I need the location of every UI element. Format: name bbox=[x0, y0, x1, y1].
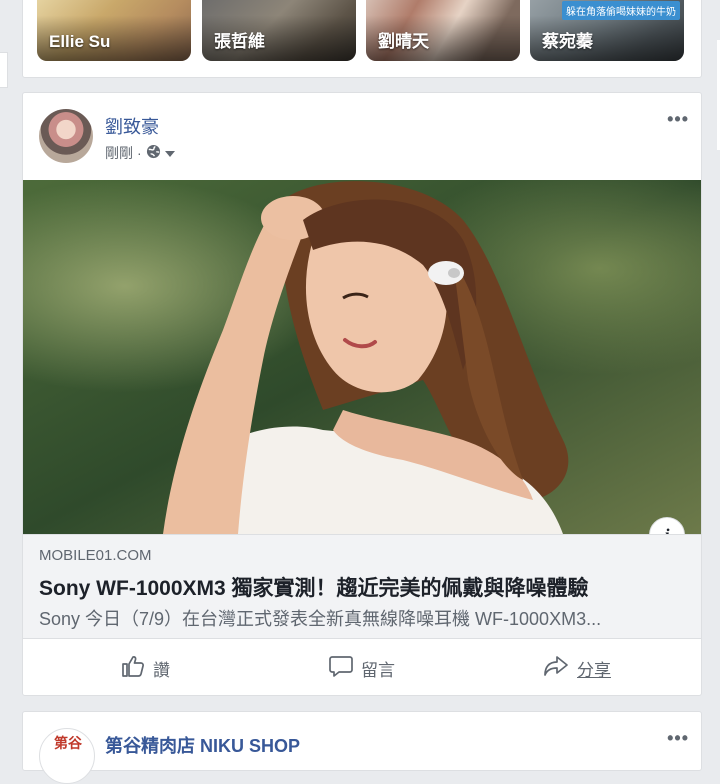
left-panel-edge bbox=[0, 52, 8, 88]
post-meta: 剛剛 · bbox=[105, 143, 175, 163]
post-photo[interactable]: i bbox=[23, 180, 701, 534]
meta-separator: · bbox=[137, 145, 142, 161]
share-icon bbox=[543, 655, 569, 682]
stories-card: Ellie Su 張哲維 劉晴天 躲在角落偷喝妹妹的牛奶 蔡宛蓁 bbox=[22, 0, 702, 78]
comment-label: 留言 bbox=[361, 661, 395, 680]
globe-icon[interactable] bbox=[146, 144, 161, 162]
like-button[interactable]: 讚 bbox=[121, 655, 170, 682]
feed-post: 劉致豪 剛剛 · ••• MOBILE01.COM Sony WF-1000XM… bbox=[22, 92, 702, 696]
story-caption: 躲在角落偷喝妹妹的牛奶 bbox=[562, 1, 680, 20]
author-name[interactable]: 劉致豪 bbox=[105, 113, 159, 139]
story-name: 劉晴天 bbox=[378, 32, 429, 51]
story-2[interactable]: 張哲維 bbox=[202, 0, 356, 61]
story-4[interactable]: 躲在角落偷喝妹妹的牛奶 蔡宛蓁 bbox=[530, 0, 684, 61]
share-button[interactable]: 分享 bbox=[543, 655, 611, 682]
next-author-name[interactable]: 第谷精肉店 NIKU SHOP bbox=[105, 732, 300, 758]
comment-icon bbox=[329, 655, 353, 682]
post-action-bar: 讚 留言 分享 bbox=[23, 638, 701, 696]
story-ellie-su[interactable]: Ellie Su bbox=[37, 0, 191, 61]
post-timestamp[interactable]: 剛剛 bbox=[105, 143, 133, 163]
link-domain: MOBILE01.COM bbox=[39, 547, 152, 564]
thumbs-up-icon bbox=[121, 655, 145, 682]
like-label: 讚 bbox=[153, 661, 170, 680]
link-preview[interactable]: MOBILE01.COM Sony WF-1000XM3 獨家實測！趨近完美的佩… bbox=[23, 534, 701, 639]
audience-caret-icon[interactable] bbox=[164, 145, 175, 161]
story-name: 蔡宛蓁 bbox=[542, 32, 593, 51]
avatar-logo-text: 第谷 bbox=[54, 735, 82, 751]
next-author-avatar[interactable]: 第谷 bbox=[39, 728, 95, 784]
story-name: Ellie Su bbox=[49, 32, 111, 51]
story-name: 張哲維 bbox=[214, 32, 265, 51]
story-3[interactable]: 劉晴天 bbox=[366, 0, 520, 61]
next-feed-post: 第谷 第谷精肉店 NIKU SHOP ••• bbox=[22, 711, 702, 784]
link-description: Sony 今日（7/9）在台灣正式發表全新真無線降噪耳機 WF-1000XM3.… bbox=[39, 609, 602, 629]
comment-button[interactable]: 留言 bbox=[329, 655, 395, 682]
more-options-icon[interactable]: ••• bbox=[667, 109, 689, 130]
author-avatar[interactable] bbox=[39, 109, 93, 163]
share-label: 分享 bbox=[577, 661, 611, 680]
link-title[interactable]: Sony WF-1000XM3 獨家實測！趨近完美的佩戴與降噪體驗 bbox=[39, 572, 589, 602]
